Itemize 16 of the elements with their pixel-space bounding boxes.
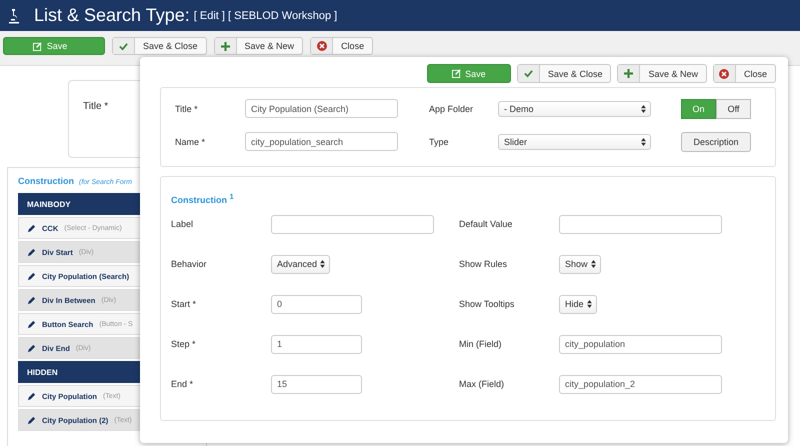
field-label: Name * [175,136,206,146]
field-label: Title * [83,101,108,112]
field-label: Default Value [459,219,514,229]
field-label: Step * [171,339,197,349]
field-label: App Folder [429,104,474,114]
field-label: Label [171,219,194,229]
field-label: Show Rules [459,259,508,269]
section-title: Construction [18,176,74,186]
field-label: Start * [171,299,198,309]
field-label: Min (Field) [459,339,503,349]
field-label: Type [429,136,450,146]
field-label: Max (Field) [459,379,506,389]
page-title: List & Search Type: [34,5,190,26]
page-subtitle: [ Edit ] [ SEBLOD Workshop ] [194,10,338,22]
field-label: Title * [175,104,199,114]
field-label: Show Tooltips [459,299,516,309]
